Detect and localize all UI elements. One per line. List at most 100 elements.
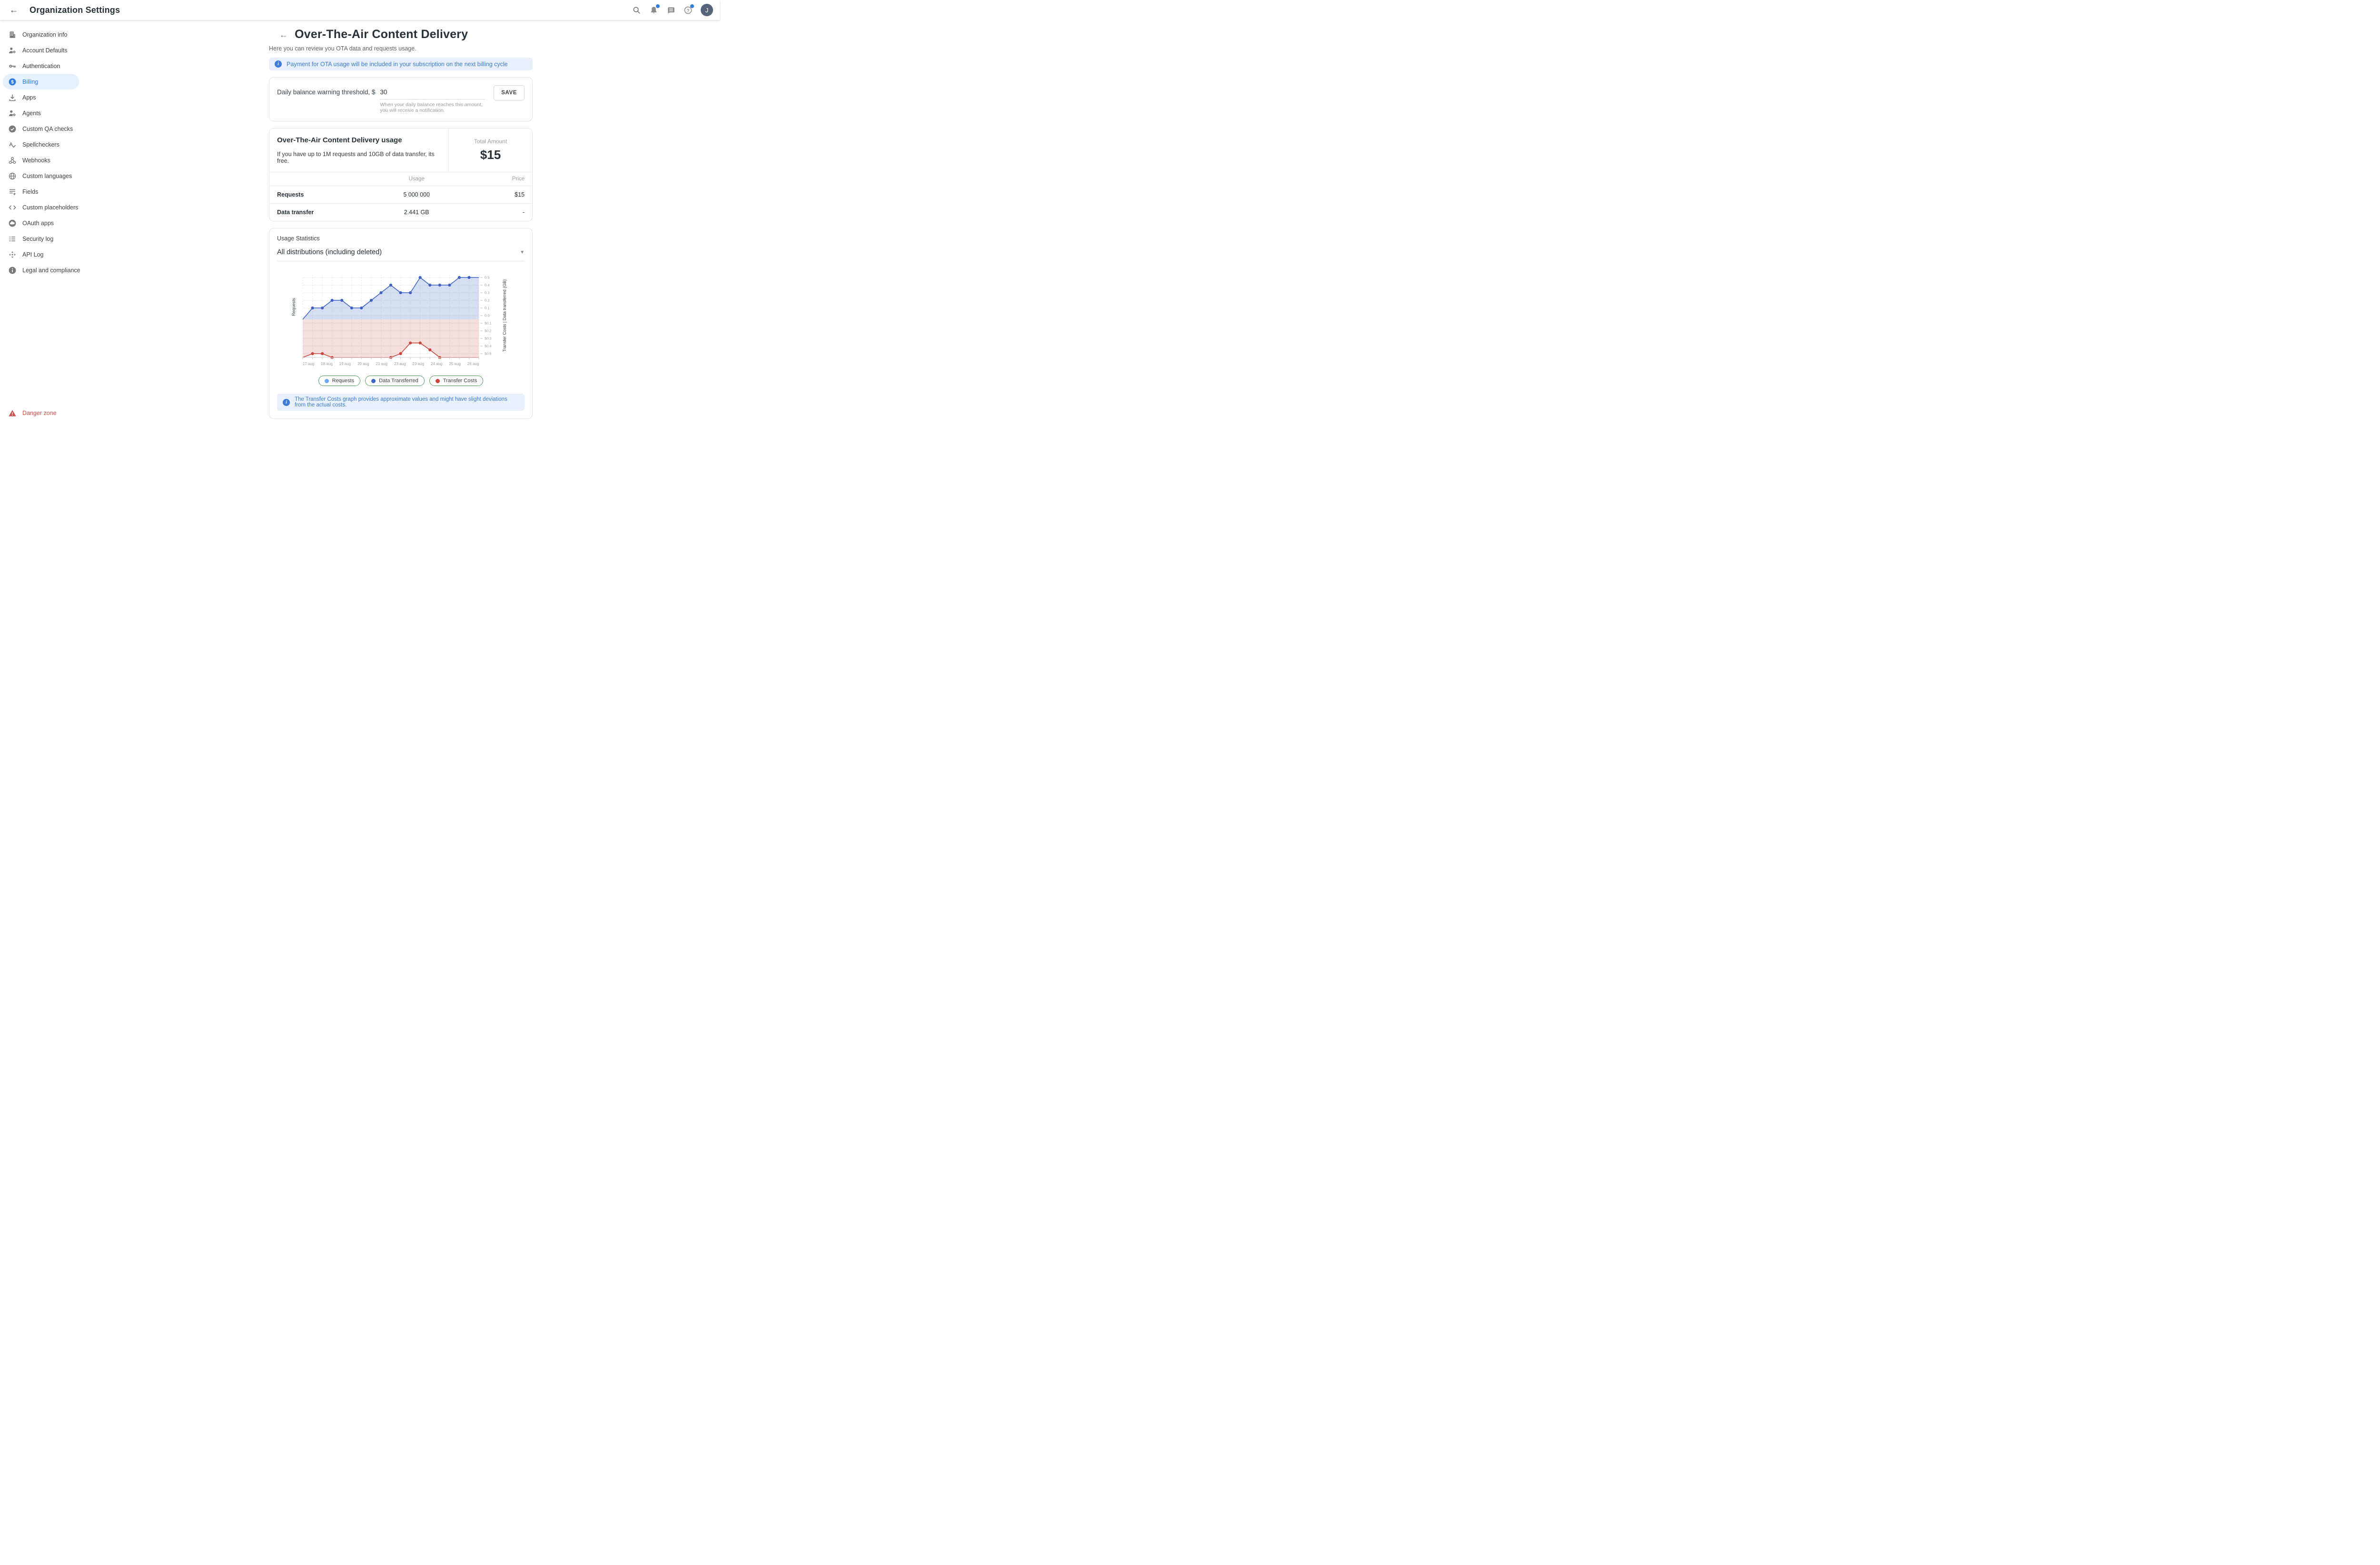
sidebar-item-spellcheckers[interactable]: A Spellcheckers xyxy=(3,137,79,152)
sidebar-item-label: Fields xyxy=(22,188,38,195)
download-icon xyxy=(8,93,17,102)
chevron-down-icon: ▼ xyxy=(520,250,525,255)
webhook-icon xyxy=(8,156,17,165)
dollar-circle-icon: $ xyxy=(8,77,17,87)
sidebar-item-label: Custom languages xyxy=(22,173,72,179)
legend-chip-requests[interactable]: Requests xyxy=(318,376,360,386)
search-button[interactable] xyxy=(629,3,644,17)
search-icon xyxy=(632,6,641,15)
help-badge xyxy=(690,4,694,8)
svg-text:$0.1: $0.1 xyxy=(485,321,492,326)
back-arrow-icon: ← xyxy=(10,6,19,15)
banner-text: Payment for OTA usage will be included i… xyxy=(287,61,508,68)
content-column: ← Over-The-Air Content Delivery Here you… xyxy=(269,20,533,428)
sidebar-item-organization-info[interactable]: Organization info xyxy=(3,27,79,42)
sidebar-item-oauth-apps[interactable]: OAuth apps xyxy=(3,215,79,231)
distributions-select[interactable]: All distributions (including deleted) ▼ xyxy=(277,248,525,261)
sidebar-item-label: Organization info xyxy=(22,31,68,38)
list-bullets-icon xyxy=(8,234,17,244)
list-add-icon xyxy=(8,187,17,197)
legend-chip-data-transferred[interactable]: Data Transferred xyxy=(365,376,425,386)
help-button[interactable]: ? xyxy=(681,3,695,17)
sidebar-item-label: Legal and compliance xyxy=(22,267,80,274)
threshold-input[interactable] xyxy=(380,84,485,99)
svg-text:19 aug: 19 aug xyxy=(339,362,351,366)
page-title: Over-The-Air Content Delivery xyxy=(295,28,468,41)
svg-text:0.2: 0.2 xyxy=(485,298,489,303)
data-transferred-dot-icon xyxy=(371,379,376,383)
sidebar-item-label: Custom placeholders xyxy=(22,204,78,211)
sidebar-item-webhooks[interactable]: Webhooks xyxy=(3,152,79,168)
check-circle-icon xyxy=(8,124,17,134)
usage-card-title: Over-The-Air Content Delivery usage xyxy=(277,136,441,144)
info-icon: i xyxy=(283,399,290,406)
requests-dot-icon xyxy=(325,379,329,383)
cloud-circle-icon xyxy=(8,218,17,228)
info-circle-icon xyxy=(8,266,17,275)
svg-text:$0.2: $0.2 xyxy=(485,329,492,333)
sidebar-item-api-log[interactable]: API Log xyxy=(3,247,79,262)
back-button[interactable]: ← xyxy=(7,3,21,17)
svg-text:$0.5: $0.5 xyxy=(485,352,492,356)
sidebar-item-label: Agents xyxy=(22,110,41,117)
svg-text:?: ? xyxy=(686,8,689,13)
threshold-card: Daily balance warning threshold, $ When … xyxy=(269,77,533,121)
notifications-badge xyxy=(656,4,660,8)
move-icon xyxy=(8,250,17,259)
threshold-helper-text: When your daily balance reaches this amo… xyxy=(380,102,485,113)
sidebar-item-label: Apps xyxy=(22,94,36,101)
svg-text:23 aug: 23 aug xyxy=(394,362,406,366)
sidebar-item-label: Security log xyxy=(22,236,53,242)
sidebar-item-legal-and-compliance[interactable]: Legal and compliance xyxy=(3,262,79,278)
sidebar-item-custom-qa-checks[interactable]: Custom QA checks xyxy=(3,121,79,137)
sidebar-item-label: Account Defaults xyxy=(22,47,68,54)
row-usage: 5 000 000 xyxy=(359,186,475,204)
avatar[interactable]: J xyxy=(701,4,713,16)
sidebar-item-agents[interactable]: Agents xyxy=(3,105,79,121)
sidebar-item-fields[interactable]: Fields xyxy=(3,184,79,199)
column-header-usage: Usage xyxy=(359,172,475,186)
sidebar-item-danger-zone[interactable]: Danger zone xyxy=(3,405,79,421)
threshold-label: Daily balance warning threshold, $ xyxy=(277,84,375,96)
usage-chart: 0.50.40.30.20.10.0$0.1$0.2$0.3$0.4$0.517… xyxy=(291,268,510,373)
sidebar-item-apps[interactable]: Apps xyxy=(3,89,79,105)
sidebar-item-account-defaults[interactable]: Account Defaults xyxy=(3,42,79,58)
sidebar-item-label: Billing xyxy=(22,79,38,85)
globe-icon xyxy=(8,171,17,181)
transfer-costs-dot-icon xyxy=(436,379,440,383)
sidebar-item-custom-placeholders[interactable]: Custom placeholders xyxy=(3,199,79,215)
svg-text:0.4: 0.4 xyxy=(485,283,489,287)
svg-text:Transfer Costs | Data transfer: Transfer Costs | Data transferred (GB) xyxy=(502,279,507,352)
svg-text:$: $ xyxy=(11,79,14,85)
row-name: Data transfer xyxy=(269,204,359,221)
legend-chip-transfer-costs[interactable]: Transfer Costs xyxy=(429,376,484,386)
usage-card: Over-The-Air Content Delivery usage If y… xyxy=(269,128,533,221)
svg-text:25 aug: 25 aug xyxy=(449,362,460,366)
sidebar-item-security-log[interactable]: Security log xyxy=(3,231,79,247)
svg-text:0.0: 0.0 xyxy=(485,314,489,318)
save-button[interactable]: SAVE xyxy=(494,85,525,100)
user-gear-icon xyxy=(8,46,17,55)
messages-button[interactable] xyxy=(664,3,678,17)
svg-text:21 aug: 21 aug xyxy=(376,362,387,366)
sidebar-item-label: OAuth apps xyxy=(22,220,54,227)
svg-text:$0.3: $0.3 xyxy=(485,337,492,341)
column-header-price: Price xyxy=(475,172,532,186)
usage-card-subtitle: If you have up to 1M requests and 10GB o… xyxy=(277,151,441,164)
notifications-button[interactable] xyxy=(646,3,661,17)
back-arrow-icon: ← xyxy=(279,30,288,40)
page-back-button[interactable]: ← xyxy=(278,29,290,41)
svg-text:26 aug: 26 aug xyxy=(467,362,479,366)
total-amount-block: Total Amount $15 xyxy=(448,129,532,172)
user-gear-icon xyxy=(8,109,17,118)
sidebar-item-authentication[interactable]: Authentication xyxy=(3,58,79,74)
sidebar-item-custom-languages[interactable]: Custom languages xyxy=(3,168,79,184)
row-price: $15 xyxy=(475,186,532,204)
spellcheck-icon: A xyxy=(8,140,17,149)
svg-text:0.5: 0.5 xyxy=(485,276,489,280)
svg-text:Requests: Requests xyxy=(291,297,296,316)
sidebar-item-billing[interactable]: $ Billing xyxy=(3,74,79,89)
row-name: Requests xyxy=(269,186,359,204)
svg-text:0.3: 0.3 xyxy=(485,291,489,295)
usage-statistics-card: Usage Statistics All distributions (incl… xyxy=(269,228,533,419)
